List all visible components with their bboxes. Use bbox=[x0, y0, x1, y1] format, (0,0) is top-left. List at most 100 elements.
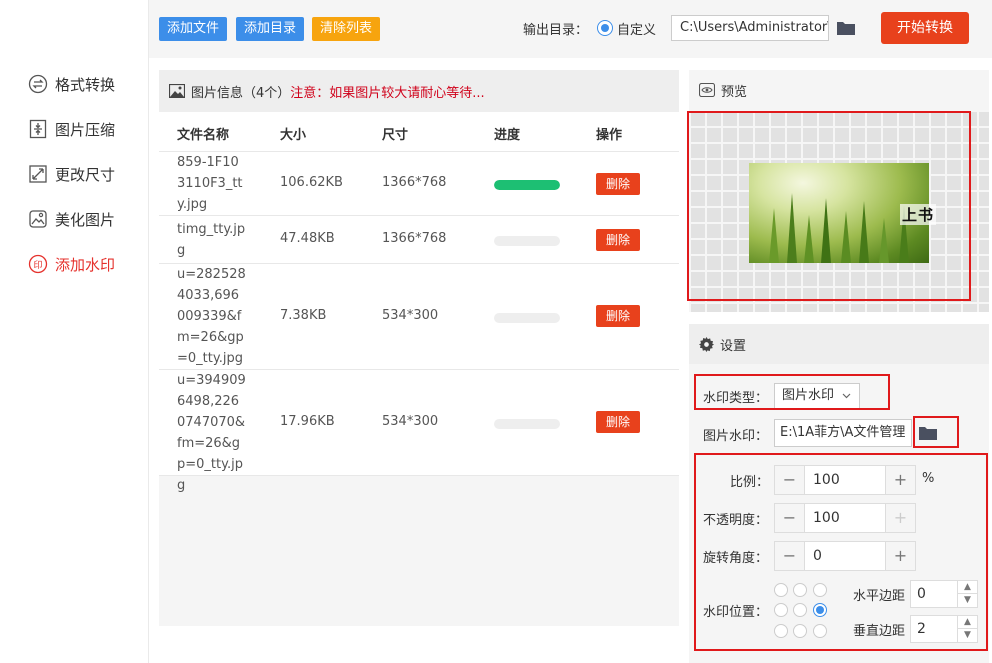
column-header-size: 大小 bbox=[280, 128, 307, 143]
scale-value[interactable]: 100 bbox=[813, 466, 840, 494]
h-margin-label: 水平边距 bbox=[853, 589, 906, 604]
position-radio-top-right[interactable] bbox=[813, 583, 827, 597]
file-size: 47.48KB bbox=[280, 231, 335, 246]
position-radio-bottom-center[interactable] bbox=[793, 624, 807, 638]
position-radio-top-center[interactable] bbox=[793, 583, 807, 597]
position-radio-top-left[interactable] bbox=[774, 583, 788, 597]
file-list-header: 图片信息（4个） 注意：如果图片较大请耐心等待... bbox=[159, 70, 679, 112]
scale-label: 比例： bbox=[730, 475, 770, 490]
file-dims: 1366*768 bbox=[382, 231, 447, 246]
rotation-stepper[interactable]: − 0 + bbox=[774, 541, 916, 571]
file-list-panel: 图片信息（4个） 注意：如果图片较大请耐心等待... 文件名称 大小 尺寸 进度… bbox=[159, 70, 679, 626]
table-row[interactable]: u=2825284033,696009339&fm=26&gp=0_tty.jp… bbox=[159, 264, 679, 370]
decrement-button[interactable]: − bbox=[775, 466, 805, 494]
grass-blade bbox=[804, 215, 814, 263]
watermark-type-select[interactable]: 图片水印 bbox=[774, 383, 860, 409]
file-dims: 534*300 bbox=[382, 308, 439, 323]
file-name: u=2825284033,696009339&fm=26&gp=0_tty.jp… bbox=[177, 267, 246, 366]
watermark-overlay: 上书 bbox=[900, 204, 937, 225]
opacity-label: 不透明度： bbox=[703, 513, 769, 528]
progress-bar bbox=[494, 419, 560, 429]
toolbar: 添加文件 添加目录 清除列表 输出目录： 自定义 C:\Users\Admini… bbox=[149, 0, 992, 58]
add-folder-button[interactable]: 添加目录 bbox=[236, 17, 305, 41]
h-margin-spinner[interactable]: 0 ▲ ▼ bbox=[910, 580, 978, 608]
column-header-action: 操作 bbox=[596, 128, 623, 143]
image-watermark-path-input[interactable]: E:\1A菲方\A文件管理 bbox=[774, 419, 912, 447]
column-header-name: 文件名称 bbox=[177, 128, 230, 143]
app-window: 格式转换 图片压缩 更改尺寸 美化图片 印 添加水印 添加文件 添加目录 清除列… bbox=[0, 0, 992, 663]
table-row[interactable]: u=3949096498,2260747070&fm=26&gp=0_tty.j… bbox=[159, 370, 679, 493]
output-dir-label: 输出目录： bbox=[523, 23, 589, 38]
h-margin-value[interactable]: 0 bbox=[917, 581, 926, 607]
decrement-button[interactable]: − bbox=[775, 504, 805, 532]
table-row[interactable]: timg_tty.jpg 47.48KB 1366*768 删除 bbox=[159, 216, 679, 264]
sidebar-item-label: 图片压缩 bbox=[55, 120, 116, 139]
v-margin-spinner[interactable]: 2 ▲ ▼ bbox=[910, 615, 978, 643]
delete-button[interactable]: 删除 bbox=[596, 173, 640, 195]
folder-icon[interactable] bbox=[835, 17, 857, 39]
preview-title: 预览 bbox=[721, 84, 748, 100]
progress-bar bbox=[494, 313, 560, 323]
file-dims: 534*300 bbox=[382, 414, 439, 429]
watermark-icon: 印 bbox=[28, 254, 48, 274]
scale-unit: % bbox=[922, 471, 935, 486]
resize-icon bbox=[28, 164, 48, 184]
decrement-button[interactable]: − bbox=[775, 542, 805, 570]
progress-fill bbox=[494, 180, 560, 190]
watermark-type-value: 图片水印 bbox=[782, 388, 835, 403]
gear-icon bbox=[699, 336, 714, 352]
output-custom-label[interactable]: 自定义 bbox=[617, 19, 656, 38]
file-size: 7.38KB bbox=[280, 308, 327, 323]
sidebar-item-resize[interactable]: 更改尺寸 bbox=[28, 162, 115, 186]
position-radio-bottom-left[interactable] bbox=[774, 624, 788, 638]
output-path-input[interactable]: C:\Users\Administrator\ bbox=[671, 15, 829, 41]
rotation-label: 旋转角度： bbox=[703, 551, 769, 566]
sidebar-item-watermark[interactable]: 印 添加水印 bbox=[28, 252, 115, 276]
file-list-title: 图片信息（4个） bbox=[191, 85, 291, 101]
increment-button[interactable]: + bbox=[885, 466, 915, 494]
beautify-icon bbox=[28, 209, 48, 229]
file-dims: 1366*768 bbox=[382, 175, 447, 190]
format-convert-icon bbox=[28, 74, 48, 94]
increment-button[interactable]: + bbox=[885, 542, 915, 570]
progress-bar bbox=[494, 180, 560, 190]
output-custom-radio[interactable] bbox=[597, 20, 613, 36]
grass-blade bbox=[841, 211, 851, 263]
position-label: 水印位置： bbox=[703, 605, 769, 620]
delete-button[interactable]: 删除 bbox=[596, 305, 640, 327]
chevron-down-icon[interactable]: ▼ bbox=[958, 594, 977, 607]
chevron-up-icon[interactable]: ▲ bbox=[958, 616, 977, 629]
chevron-down-icon[interactable]: ▼ bbox=[958, 629, 977, 642]
start-convert-button[interactable]: 开始转换 bbox=[881, 12, 969, 44]
opacity-value[interactable]: 100 bbox=[813, 504, 840, 532]
position-radio-center[interactable] bbox=[793, 603, 807, 617]
v-margin-value[interactable]: 2 bbox=[917, 616, 926, 642]
delete-button[interactable]: 删除 bbox=[596, 229, 640, 251]
sidebar-item-label: 格式转换 bbox=[55, 75, 116, 94]
sidebar-item-format-convert[interactable]: 格式转换 bbox=[28, 72, 115, 96]
table-row[interactable]: 859-1F103110F3_tty.jpg 106.62KB 1366*768… bbox=[159, 152, 679, 216]
file-name: u=3949096498,2260747070&fm=26&gp=0_tty.j… bbox=[177, 373, 246, 493]
chevron-down-icon bbox=[842, 384, 851, 418]
position-radio-middle-right[interactable] bbox=[813, 603, 827, 617]
folder-icon[interactable] bbox=[917, 422, 939, 444]
progress-bar bbox=[494, 236, 560, 246]
clear-list-button[interactable]: 清除列表 bbox=[312, 17, 381, 41]
file-name: 859-1F103110F3_tty.jpg bbox=[177, 155, 243, 212]
position-radio-middle-left[interactable] bbox=[774, 603, 788, 617]
settings-header: 设置 bbox=[689, 324, 989, 364]
chevron-up-icon[interactable]: ▲ bbox=[958, 581, 977, 594]
grass-blade bbox=[879, 218, 889, 263]
scale-stepper[interactable]: − 100 + bbox=[774, 465, 916, 495]
add-file-button[interactable]: 添加文件 bbox=[159, 17, 228, 41]
opacity-stepper[interactable]: − 100 + bbox=[774, 503, 916, 533]
v-margin-label: 垂直边距 bbox=[853, 624, 906, 639]
delete-button[interactable]: 删除 bbox=[596, 411, 640, 433]
preview-panel: 预览 上书 bbox=[689, 70, 989, 312]
position-radio-bottom-right[interactable] bbox=[813, 624, 827, 638]
sidebar-item-compress[interactable]: 图片压缩 bbox=[28, 117, 115, 141]
table-header-row: 文件名称 大小 尺寸 进度 操作 bbox=[159, 112, 679, 152]
rotation-value[interactable]: 0 bbox=[813, 542, 822, 570]
compress-icon bbox=[28, 119, 48, 139]
sidebar-item-beautify[interactable]: 美化图片 bbox=[28, 207, 115, 231]
